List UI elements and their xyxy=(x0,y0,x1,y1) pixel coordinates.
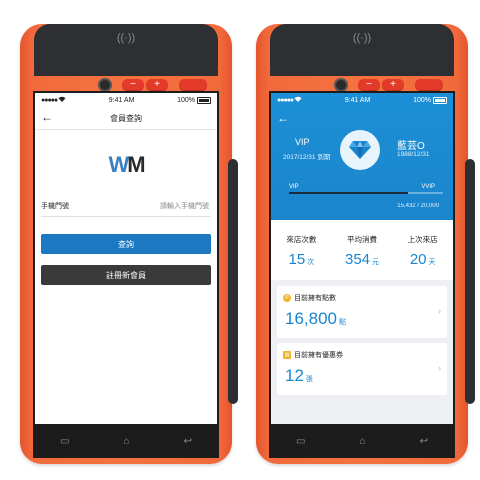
left-screen: ●●●●● 9:41 AM 100% ← 會員查詢 WM 手機門號 查詢 xyxy=(33,91,219,427)
nav-recent-icon[interactable]: ▭ xyxy=(296,436,305,447)
camera-icon xyxy=(98,78,112,92)
signal-icon: ●●●●● xyxy=(277,96,302,104)
status-bar: ●●●●● 9:41 AM 100% xyxy=(35,93,217,107)
right-pos-terminal: ((·)) − + ●●●●● 9:41 AM 100% ← VIP 2017/… xyxy=(256,24,475,464)
side-grip xyxy=(228,159,238,404)
left-pos-terminal: ((·)) − + ●●●●● 9:41 AM 100% ← 會員查詢 WM 手… xyxy=(20,24,238,464)
query-button[interactable]: 查詢 xyxy=(41,234,211,254)
volume-up-button[interactable]: + xyxy=(146,79,168,91)
printer-cap: ((·)) xyxy=(270,24,454,76)
wifi-icon xyxy=(58,96,66,102)
battery-indicator: 100% xyxy=(177,96,211,104)
signal-icon: ●●●●● xyxy=(41,96,66,104)
page-title: 會員查詢 xyxy=(110,113,142,123)
diamond-icon xyxy=(340,130,380,170)
nav-home-icon[interactable]: ⌂ xyxy=(124,436,130,447)
printer-cap: ((·)) xyxy=(34,24,218,76)
status-time: 9:41 AM xyxy=(344,96,371,104)
back-arrow-icon[interactable]: ← xyxy=(41,110,53,124)
camera-icon xyxy=(334,78,348,92)
coupons-value: 12 xyxy=(285,366,304,385)
power-button[interactable] xyxy=(179,79,207,91)
points-icon: P xyxy=(283,294,291,302)
battery-icon xyxy=(197,96,211,104)
level-progress-fill xyxy=(289,192,408,194)
volume-up-button[interactable]: + xyxy=(382,79,404,91)
status-time: 9:41 AM xyxy=(108,96,135,104)
stat-average-spend: 平均消費 354 元 xyxy=(344,235,380,268)
coupons-card[interactable]: ▤ 目前擁有優惠券 12 張 › xyxy=(277,343,447,395)
wifi-icon xyxy=(294,96,302,102)
membership-tier: VIP xyxy=(295,137,310,147)
battery-percent: 100% xyxy=(177,96,195,104)
nfc-icon: ((·)) xyxy=(116,32,136,44)
member-stats: 來店次數 15 次 平均消費 354 元 上次來店 20 天 xyxy=(271,220,453,280)
phone-number-label: 手機門號 xyxy=(41,203,69,210)
side-grip xyxy=(465,159,475,404)
phone-number-input[interactable] xyxy=(117,201,211,211)
points-card-title: 目前擁有點數 xyxy=(294,295,336,302)
nfc-icon: ((·)) xyxy=(352,32,372,44)
member-cards-area: P 目前擁有點數 16,800 點 › ▤ 目前擁有優惠券 12 張 › xyxy=(271,280,453,425)
coupons-card-title: 目前擁有優惠券 xyxy=(294,352,343,359)
chevron-right-icon: › xyxy=(438,306,441,316)
level-current: VIP xyxy=(289,184,299,190)
member-header: ●●●●● 9:41 AM 100% ← VIP 2017/12/31 到期 藍… xyxy=(271,93,453,220)
status-bar: ●●●●● 9:41 AM 100% xyxy=(271,93,453,107)
level-progress-text: 15,432 / 20,000 xyxy=(397,203,439,209)
level-progress-bar xyxy=(289,192,443,194)
member-name: 藍芸O xyxy=(397,141,425,152)
android-nav-bar: ▭ ⌂ ↩ xyxy=(269,424,455,458)
stat-visit-count: 來店次數 15 次 xyxy=(286,235,317,268)
nav-back-icon[interactable]: ↩ xyxy=(184,436,192,447)
nav-home-icon[interactable]: ⌂ xyxy=(360,436,366,447)
stat-last-visit: 上次來店 20 天 xyxy=(407,235,438,268)
battery-percent: 100% xyxy=(413,96,431,104)
right-screen: ●●●●● 9:41 AM 100% ← VIP 2017/12/31 到期 藍… xyxy=(269,91,455,427)
coupon-icon: ▤ xyxy=(283,351,291,359)
points-value: 16,800 xyxy=(285,309,337,328)
membership-expiry: 2017/12/31 到期 xyxy=(283,154,331,161)
level-next: VVIP xyxy=(421,184,435,190)
chevron-right-icon: › xyxy=(438,363,441,373)
points-card[interactable]: P 目前擁有點數 16,800 點 › xyxy=(277,286,447,338)
volume-down-button[interactable]: − xyxy=(122,79,144,91)
battery-indicator: 100% xyxy=(413,96,447,104)
register-member-button[interactable]: 註冊新會員 xyxy=(41,265,211,285)
member-birthday: 1988/12/31 xyxy=(397,151,430,158)
back-arrow-icon[interactable]: ← xyxy=(277,111,289,125)
power-button[interactable] xyxy=(415,79,443,91)
wm-logo: WM xyxy=(108,152,145,177)
android-nav-bar: ▭ ⌂ ↩ xyxy=(33,424,219,458)
volume-down-button[interactable]: − xyxy=(358,79,380,91)
nav-recent-icon[interactable]: ▭ xyxy=(60,436,69,447)
phone-number-row: 手機門號 xyxy=(41,196,211,217)
nav-back-icon[interactable]: ↩ xyxy=(420,436,428,447)
battery-icon xyxy=(433,96,447,104)
app-bar: ← 會員查詢 xyxy=(35,107,217,130)
